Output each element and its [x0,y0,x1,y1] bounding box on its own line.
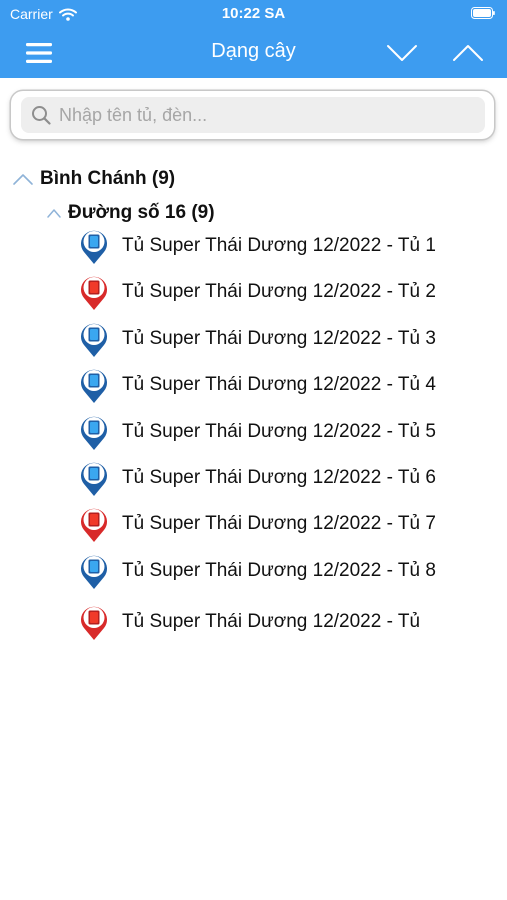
tree-leaf-label: Tủ Super Thái Dương 12/2022 - Tủ 8 [122,560,436,581]
map-pin-red-icon [81,276,107,310]
search-bar [11,91,494,139]
tree-leaf-label: Tủ Super Thái Dương 12/2022 - Tủ 3 [122,328,436,349]
tree-leaf-label: Tủ Super Thái Dương 12/2022 - Tủ 2 [122,281,436,302]
chevron-up-icon [453,45,483,61]
chevron-up-icon[interactable] [46,206,62,220]
tree-node-label: Đường số 16 (9) [68,202,215,223]
map-pin-blue-icon [81,416,107,450]
tree-leaf-item[interactable]: Tủ Super Thái Dương 12/2022 - Tủ [78,601,420,643]
map-pin-blue-icon [81,555,107,589]
map-pin-red-icon [81,508,107,542]
status-bar: Carrier 10:22 SA [0,0,507,28]
app-screen: Carrier 10:22 SA Dạng cây Nhập tên tủ, đ… [0,0,507,900]
map-pin-blue-icon [81,230,107,264]
tree-leaf-item[interactable]: Tủ Super Thái Dương 12/2022 - Tủ 5 [78,411,436,453]
tree-leaf-label: Tủ Super Thái Dương 12/2022 - Tủ 6 [122,467,436,488]
tree-leaf-label: Tủ Super Thái Dương 12/2022 - Tủ 4 [122,374,436,395]
search-input[interactable] [59,97,479,133]
tree-leaf-label: Tủ Super Thái Dương 12/2022 - Tủ 7 [122,513,436,534]
map-pin-blue-icon [81,462,107,496]
tree-leaf-item[interactable]: Tủ Super Thái Dương 12/2022 - Tủ 1 [78,225,436,267]
tree-leaf-label: Tủ Super Thái Dương 12/2022 - Tủ [122,611,421,632]
status-time: 10:22 SA [221,5,286,22]
map-pin-red-icon [81,606,107,640]
tree-leaf-item[interactable]: Tủ Super Thái Dương 12/2022 - Tủ 7 [78,503,436,545]
chevron-down-icon [387,45,417,61]
battery-icon [471,7,495,19]
tree-node-duong-so-16[interactable]: Đường số 16 (9) [46,200,215,226]
tree-leaf-item[interactable]: Tủ Super Thái Dương 12/2022 - Tủ 3 [78,318,436,360]
tree-leaf-label: Tủ Super Thái Dương 12/2022 - Tủ 1 [122,235,436,256]
tree-leaf-label: Tủ Super Thái Dương 12/2022 - Tủ 5 [122,421,436,442]
search-icon [32,106,51,125]
chevron-up-icon[interactable] [12,172,34,186]
tree-node-label: Bình Chánh (9) [40,168,176,189]
tree-leaf-item[interactable]: Tủ Super Thái Dương 12/2022 - Tủ 6 [78,457,436,499]
expand-all-button[interactable] [446,38,490,68]
tree-leaf-item[interactable]: Tủ Super Thái Dương 12/2022 - Tủ 8 [78,550,436,592]
collapse-all-button[interactable] [380,38,424,68]
map-pin-blue-icon [81,369,107,403]
search-field[interactable] [21,97,485,133]
nav-bar: Dạng cây [0,28,507,78]
map-pin-blue-icon [81,323,107,357]
page-title: Dạng cây [211,40,296,62]
tree-leaf-item[interactable]: Tủ Super Thái Dương 12/2022 - Tủ 4 [78,364,436,406]
tree-leaf-item[interactable]: Tủ Super Thái Dương 12/2022 - Tủ 2 [78,271,436,313]
tree-node-binh-chanh[interactable]: Bình Chánh (9) [12,166,175,192]
